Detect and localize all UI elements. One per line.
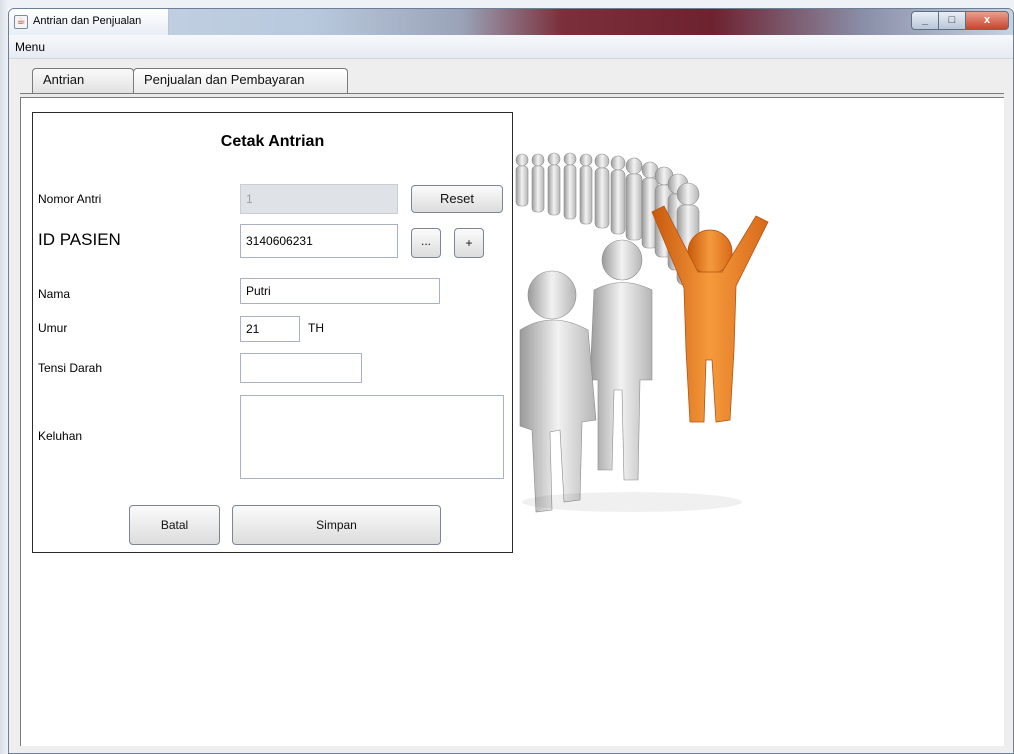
cetak-antrian-panel: Cetak Antrian Nomor Antri 1 Reset ID PAS… — [32, 112, 513, 553]
large-figure-front — [519, 270, 597, 513]
id-pasien-field[interactable]: 3140606231 — [240, 224, 398, 258]
small-figure-4 — [563, 152, 577, 220]
maximize-button[interactable]: □ — [938, 11, 966, 30]
small-figure-7 — [610, 155, 626, 235]
reset-button[interactable]: Reset — [411, 185, 503, 213]
orange-cheering-figure — [651, 205, 769, 423]
umur-label: Umur — [38, 321, 68, 335]
nama-field[interactable]: Putri — [240, 278, 440, 304]
small-figure-3 — [547, 152, 561, 216]
nama-label: Nama — [38, 287, 71, 301]
small-figure-1 — [515, 153, 529, 207]
close-button[interactable]: x — [965, 11, 1009, 30]
tab-antrian[interactable]: Antrian — [32, 68, 134, 94]
tab-penjualan-label: Penjualan dan Pembayaran — [144, 72, 305, 87]
id-pasien-label: ID PASIEN — [38, 230, 121, 249]
minimize-button[interactable]: _ — [911, 11, 939, 30]
queue-people-illustration — [515, 152, 769, 513]
small-figure-5 — [579, 153, 593, 225]
large-figure-back — [589, 239, 653, 481]
keluhan-label: Keluhan — [38, 429, 83, 443]
tensi-darah-label: Tensi Darah — [38, 361, 103, 375]
window-controls: _ □ x — [911, 11, 1009, 31]
menu-bar: Menu — [9, 35, 1013, 59]
simpan-button[interactable]: Simpan — [232, 505, 441, 545]
umur-unit-label: TH — [308, 321, 324, 335]
window-title: Antrian dan Penjualan — [33, 15, 142, 27]
java-cup-icon: ☕ — [14, 15, 28, 29]
tab-penjualan-pembayaran[interactable]: Penjualan dan Pembayaran — [133, 68, 348, 94]
screen-top-edge — [0, 0, 1014, 8]
keluhan-textarea[interactable] — [240, 395, 504, 479]
tab-antrian-label: Antrian — [43, 72, 85, 87]
small-figure-8 — [625, 157, 643, 241]
form-title: Cetak Antrian — [220, 133, 325, 150]
tensi-darah-field[interactable] — [240, 353, 362, 383]
menu-item-menu[interactable]: Menu — [15, 40, 45, 54]
small-figure-2 — [531, 153, 545, 213]
nomor-antri-label: Nomor Antri — [38, 192, 102, 206]
add-pasien-button[interactable]: + — [454, 228, 484, 258]
umur-field[interactable]: 21 — [240, 316, 300, 342]
screen-left-edge — [0, 0, 8, 754]
title-bar[interactable]: ☕ Antrian dan Penjualan _ □ x — [9, 9, 1013, 35]
browse-pasien-button[interactable]: ... — [411, 228, 441, 258]
title-bar-left: ☕ Antrian dan Penjualan — [9, 9, 169, 35]
figures-shadow — [522, 492, 742, 512]
nomor-antri-field: 1 — [240, 184, 398, 214]
small-figure-6 — [594, 153, 610, 229]
batal-button[interactable]: Batal — [129, 505, 220, 545]
